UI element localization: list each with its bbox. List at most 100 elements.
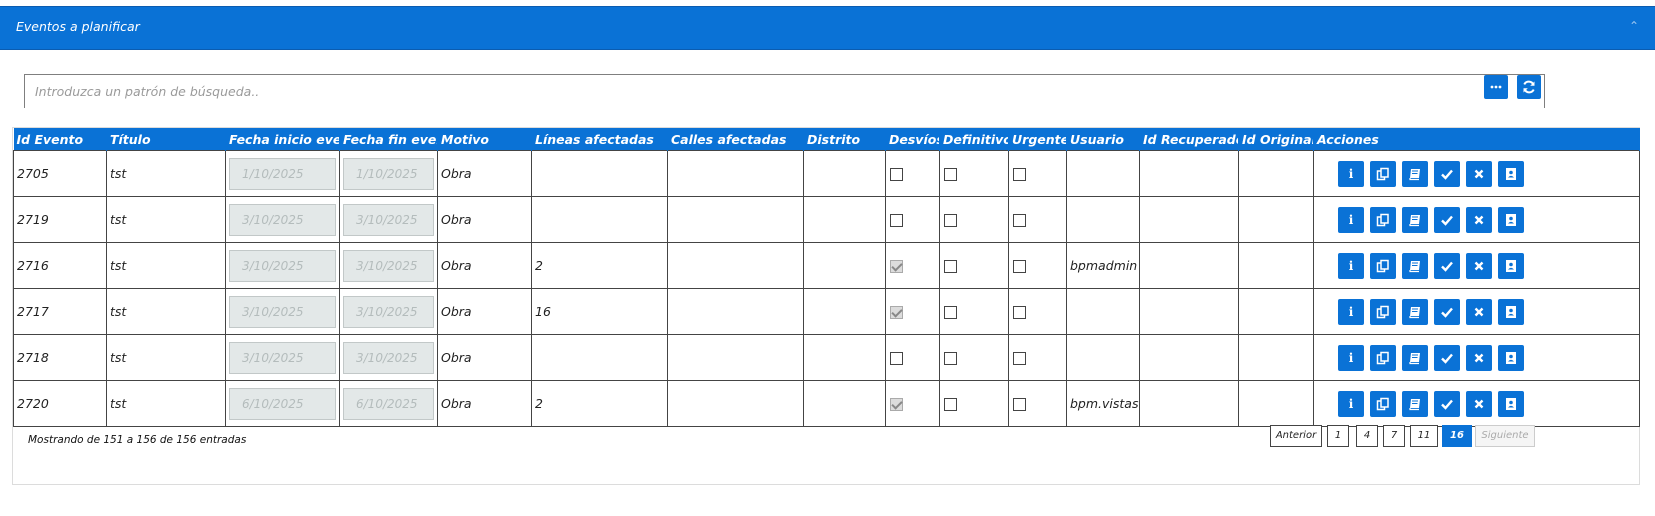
reject-button[interactable] <box>1466 390 1492 417</box>
table-row[interactable]: 2720 tst 6/10/2025 6/10/2025 Obra 2 bpm.vistas… <box>13 380 1640 427</box>
desvios-checkbox[interactable] <box>890 214 903 227</box>
reject-button[interactable] <box>1466 344 1492 371</box>
contact-button[interactable] <box>1498 252 1524 279</box>
table-row[interactable]: 2717 tst 3/10/2025 3/10/2025 Obra 16 i <box>13 288 1640 335</box>
panel-header[interactable]: Eventos a planificar ⌃ <box>0 6 1655 50</box>
urgente-checkbox[interactable] <box>1013 398 1026 411</box>
cell-distrito <box>803 150 886 197</box>
cell-id-evento: 2720 <box>13 380 107 427</box>
column-header[interactable]: Fecha inicio evento <box>225 128 340 151</box>
reject-button[interactable] <box>1466 252 1492 279</box>
column-header[interactable]: Id Original <box>1238 128 1314 151</box>
column-header[interactable]: Urgente <box>1008 128 1067 151</box>
copy-button[interactable] <box>1370 160 1396 187</box>
reject-button[interactable] <box>1466 206 1492 233</box>
approve-button[interactable] <box>1434 298 1460 325</box>
urgente-checkbox[interactable] <box>1013 168 1026 181</box>
info-button[interactable]: i <box>1338 390 1364 417</box>
desvios-checkbox[interactable] <box>890 260 903 273</box>
copy-button[interactable] <box>1370 252 1396 279</box>
contact-button[interactable] <box>1498 206 1524 233</box>
info-button[interactable]: i <box>1338 206 1364 233</box>
column-header[interactable]: Id Recuperado <box>1139 128 1239 151</box>
reject-button[interactable] <box>1466 298 1492 325</box>
document-button[interactable] <box>1402 252 1428 279</box>
table-row[interactable]: 2716 tst 3/10/2025 3/10/2025 Obra 2 bpmadmin i <box>13 242 1640 289</box>
contact-button[interactable] <box>1498 298 1524 325</box>
contact-button[interactable] <box>1498 344 1524 371</box>
copy-button[interactable] <box>1370 298 1396 325</box>
column-header[interactable]: Acciones <box>1313 128 1640 151</box>
ellipsis-icon <box>1490 85 1502 89</box>
document-button[interactable] <box>1402 160 1428 187</box>
cell-usuario <box>1066 334 1140 381</box>
definitivo-checkbox[interactable] <box>944 306 957 319</box>
cell-lineas-afectadas: 16 <box>531 288 668 335</box>
document-button[interactable] <box>1402 344 1428 371</box>
urgente-checkbox[interactable] <box>1013 214 1026 227</box>
pagination-page-button[interactable]: 4 <box>1356 425 1378 447</box>
approve-button[interactable] <box>1434 344 1460 371</box>
desvios-checkbox[interactable] <box>890 352 903 365</box>
refresh-button[interactable] <box>1517 75 1541 99</box>
cell-acciones: i <box>1313 288 1640 335</box>
approve-button[interactable] <box>1434 160 1460 187</box>
pagination-page-button[interactable]: 11 <box>1410 425 1438 447</box>
urgente-checkbox[interactable] <box>1013 306 1026 319</box>
column-header[interactable]: Distrito <box>803 128 886 151</box>
cell-id-recuperado <box>1139 196 1239 243</box>
info-button[interactable]: i <box>1338 252 1364 279</box>
copy-button[interactable] <box>1370 344 1396 371</box>
desvios-checkbox[interactable] <box>890 168 903 181</box>
column-header[interactable]: Usuario <box>1066 128 1140 151</box>
definitivo-checkbox[interactable] <box>944 352 957 365</box>
column-header[interactable]: Id Evento <box>13 128 107 151</box>
search-box[interactable] <box>24 74 1545 108</box>
definitivo-checkbox[interactable] <box>944 260 957 273</box>
search-input[interactable] <box>25 75 1544 108</box>
urgente-checkbox[interactable] <box>1013 260 1026 273</box>
urgente-checkbox[interactable] <box>1013 352 1026 365</box>
contact-button[interactable] <box>1498 160 1524 187</box>
document-button[interactable] <box>1402 206 1428 233</box>
approve-button[interactable] <box>1434 252 1460 279</box>
reject-button[interactable] <box>1466 160 1492 187</box>
column-header[interactable]: Desvíos <box>885 128 940 151</box>
contact-button[interactable] <box>1498 390 1524 417</box>
more-options-button[interactable] <box>1484 75 1508 99</box>
column-header[interactable]: Definitivo <box>939 128 1009 151</box>
column-header[interactable]: Líneas afectadas <box>531 128 668 151</box>
cell-calles-afectadas <box>667 334 804 381</box>
column-header[interactable]: Motivo <box>437 128 532 151</box>
info-button[interactable]: i <box>1338 160 1364 187</box>
pagination-page-button[interactable]: 1 <box>1327 425 1349 447</box>
table-row[interactable]: 2705 tst 1/10/2025 1/10/2025 Obra i <box>13 150 1640 197</box>
column-header[interactable]: Fecha fin evento <box>339 128 438 151</box>
document-button[interactable] <box>1402 298 1428 325</box>
approve-button[interactable] <box>1434 390 1460 417</box>
cell-id-evento: 2716 <box>13 242 107 289</box>
column-header[interactable]: Título <box>106 128 226 151</box>
definitivo-checkbox[interactable] <box>944 214 957 227</box>
pagination-page-button[interactable]: 7 <box>1383 425 1405 447</box>
cell-acciones: i <box>1313 380 1640 427</box>
start-date-field: 3/10/2025 <box>229 341 336 374</box>
approve-button[interactable] <box>1434 206 1460 233</box>
document-button[interactable] <box>1402 390 1428 417</box>
chevron-up-icon[interactable]: ⌃ <box>1629 19 1639 33</box>
definitivo-checkbox[interactable] <box>944 398 957 411</box>
cell-usuario <box>1066 150 1140 197</box>
desvios-checkbox[interactable] <box>890 306 903 319</box>
pagination-page-button[interactable]: 16 <box>1442 425 1472 447</box>
cell-id-evento: 2719 <box>13 196 107 243</box>
definitivo-checkbox[interactable] <box>944 168 957 181</box>
table-row[interactable]: 2719 tst 3/10/2025 3/10/2025 Obra i <box>13 196 1640 243</box>
table-row[interactable]: 2718 tst 3/10/2025 3/10/2025 Obra i <box>13 334 1640 381</box>
copy-button[interactable] <box>1370 206 1396 233</box>
copy-button[interactable] <box>1370 390 1396 417</box>
pagination-prev-button[interactable]: Anterior <box>1270 425 1322 447</box>
info-button[interactable]: i <box>1338 344 1364 371</box>
desvios-checkbox[interactable] <box>890 398 903 411</box>
info-button[interactable]: i <box>1338 298 1364 325</box>
column-header[interactable]: Calles afectadas <box>667 128 804 151</box>
